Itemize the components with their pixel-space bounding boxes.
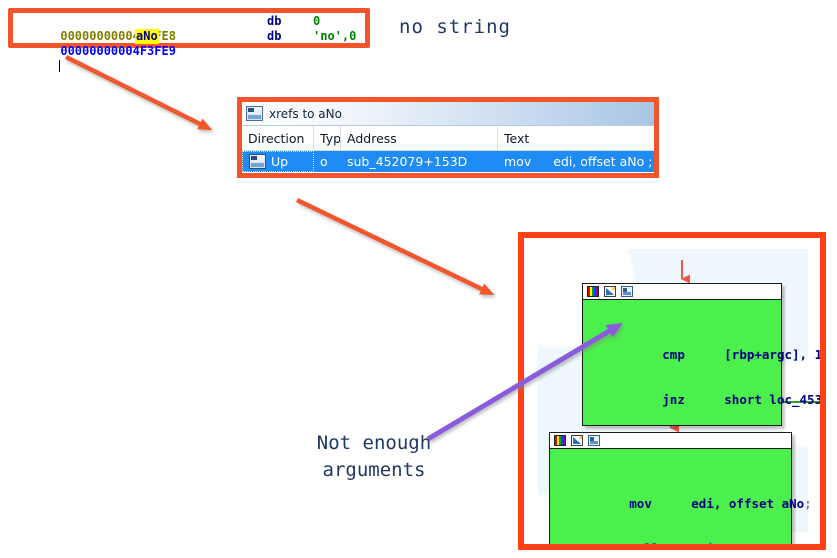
instruction-call-target[interactable]: print xyxy=(691,541,729,544)
xrefs-window[interactable]: xrefs to aNo Direction Typ Address Text … xyxy=(242,102,654,173)
instruction-operands[interactable]: short loc_4535CA xyxy=(724,392,820,407)
instruction-operands: edi, offset aNo xyxy=(691,496,805,511)
instruction-mnemonic: cmp xyxy=(662,347,685,362)
instruction-operands: [rbp+argc], 1 xyxy=(724,347,820,362)
chart-icon[interactable] xyxy=(571,435,583,446)
disassembly-operands: 0 xyxy=(313,14,321,28)
instruction-mnemonic: jnz xyxy=(662,392,685,407)
cell-address[interactable]: sub_452079+153D xyxy=(341,151,498,172)
instruction-line: cmp [rbp+argc], 1 xyxy=(587,332,820,362)
disassembly-row[interactable]: 00000000004F3FE9 aNo db 'no',0 xyxy=(17,29,361,72)
graph-node-code: mov edi, offset aNo; "no" callprint mov ed… xyxy=(550,449,820,544)
instruction-mnemonic: call xyxy=(629,541,691,544)
card-icon[interactable] xyxy=(621,286,633,297)
disassembly-listing[interactable]: 00000000004F3FE8 db 0 00000000004F3FE9 a… xyxy=(13,13,365,72)
arrow-disasm-to-xrefs xyxy=(64,54,213,131)
text-caret xyxy=(59,60,61,72)
disassembly-operands: 'no',0 xyxy=(313,29,357,43)
palette-icon[interactable] xyxy=(554,435,566,446)
column-header-direction[interactable]: Direction xyxy=(242,126,314,150)
disassembly-annotation-box: 00000000004F3FE8 db 0 00000000004F3FE9 a… xyxy=(8,8,370,72)
cell-direction[interactable]: Up xyxy=(242,151,314,172)
instruction-line: jnz short loc_4535CA xyxy=(587,377,820,407)
xrefs-titlebar: xrefs to aNo xyxy=(242,102,654,126)
graph-node-cmp-jnz[interactable]: cmp [rbp+argc], 1 jnz short loc_4535CA xyxy=(582,283,820,426)
cell-text-operands: edi, offset aNo ; "no" xyxy=(553,154,654,169)
column-header-type[interactable]: Typ xyxy=(314,126,341,150)
xrefs-window-title: xrefs to aNo xyxy=(269,106,342,121)
graph-node-code: cmp [rbp+argc], 1 jnz short loc_4535CA xyxy=(583,300,820,425)
no-string-annotation-label: no string xyxy=(399,16,511,38)
cell-direction-label: Up xyxy=(271,154,289,169)
cell-text: mov edi, offset aNo ; "no" xyxy=(498,151,654,172)
xrefs-table-row[interactable]: Up o sub_452079+153D mov edi, offset aNo… xyxy=(242,151,654,172)
disassembly-mnemonic: db xyxy=(267,29,282,43)
arrow-xrefs-to-graph xyxy=(296,197,495,296)
xrefs-column-headers: Direction Typ Address Text xyxy=(242,126,654,151)
disassembly-row[interactable]: 00000000004F3FE8 db 0 xyxy=(17,14,361,43)
chart-icon[interactable] xyxy=(604,286,616,297)
graph-view[interactable]: cmp [rbp+argc], 1 jnz short loc_4535CA mov… xyxy=(524,238,820,544)
graph-node-toolbar[interactable] xyxy=(583,284,781,300)
instruction-line: callprint xyxy=(554,526,788,544)
cell-text-mnemonic: mov xyxy=(504,154,532,169)
disassembly-address: 00000000004F3FE9 xyxy=(60,44,176,58)
xrefs-window-icon xyxy=(246,106,263,121)
disassembly-symbol-name[interactable]: aNo xyxy=(135,29,159,44)
cell-type: o xyxy=(320,154,328,169)
xrefs-annotation-box: xrefs to aNo Direction Typ Address Text … xyxy=(237,97,659,178)
column-header-text[interactable]: Text xyxy=(498,126,654,150)
card-icon[interactable] xyxy=(588,435,600,446)
disassembly-mnemonic: db xyxy=(267,14,282,28)
graph-annotation-box: cmp [rbp+argc], 1 jnz short loc_4535CA mov… xyxy=(518,232,826,550)
instruction-line: mov edi, offset aNo; "no" xyxy=(554,481,820,511)
graph-node-print-terminate[interactable]: mov edi, offset aNo; "no" callprint mov ed… xyxy=(549,432,820,544)
instruction-mnemonic: mov xyxy=(629,496,652,511)
not-enough-arguments-annotation-label: Not enough arguments xyxy=(316,432,432,481)
graph-node-toolbar[interactable] xyxy=(550,433,791,449)
palette-icon[interactable] xyxy=(587,286,599,297)
instruction-comment: ; "no" xyxy=(804,496,820,511)
column-header-address[interactable]: Address xyxy=(341,126,498,150)
xref-up-icon xyxy=(249,154,266,169)
